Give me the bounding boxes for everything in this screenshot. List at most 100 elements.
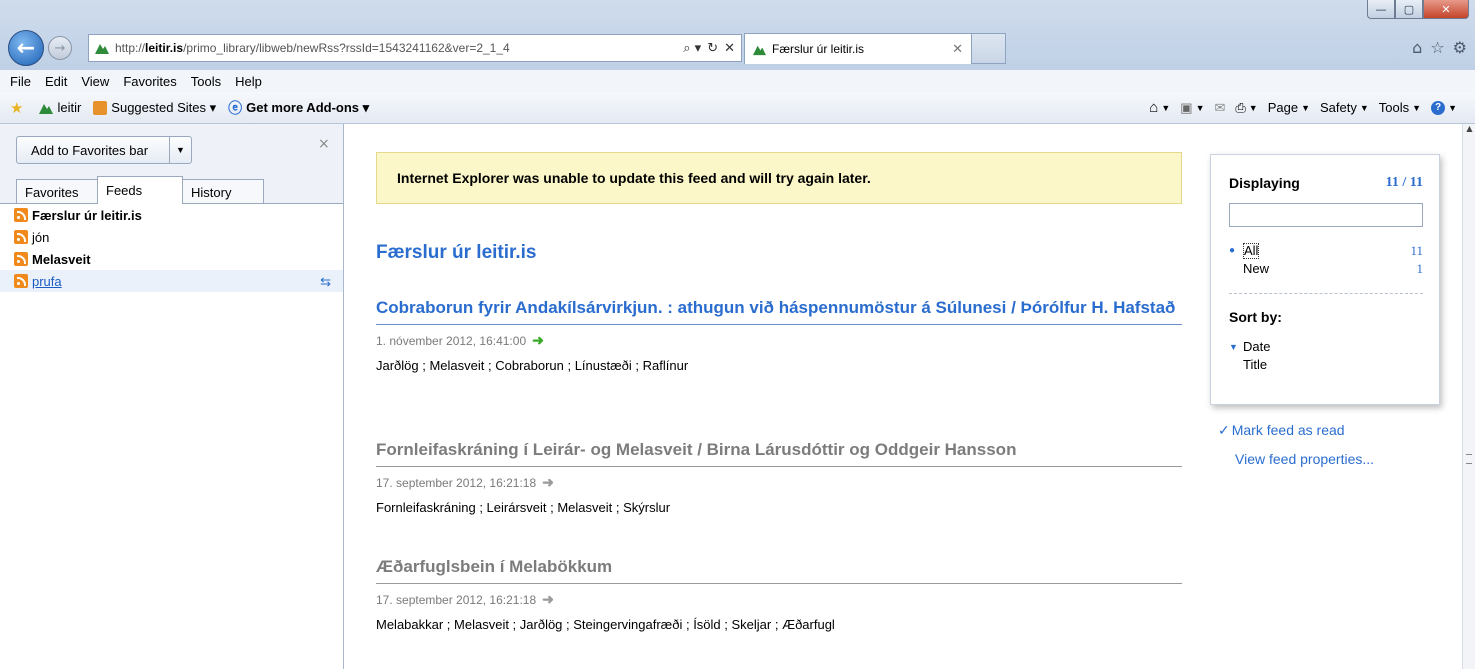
feed-update-warning: Internet Explorer was unable to update t…: [376, 152, 1182, 204]
entry-date: 1. nóvember 2012, 16:41:00 ➜: [376, 332, 1182, 349]
leitir-icon: [39, 103, 54, 114]
close-panel-icon[interactable]: ×: [318, 136, 330, 152]
fav-get-addons[interactable]: ⓔ Get more Add-ons ▾: [228, 98, 369, 118]
tab-favorites[interactable]: Favorites: [16, 179, 98, 204]
page-menu[interactable]: Page ▼: [1268, 100, 1310, 115]
rss-feed-icon: [14, 208, 28, 222]
tab-feeds[interactable]: Feeds: [97, 176, 183, 204]
new-tab-button[interactable]: [972, 33, 1006, 64]
feed-item-selected[interactable]: prufa ⇆: [0, 270, 343, 292]
entry-date-text: 17. september 2012, 16:21:18: [376, 592, 537, 607]
forward-arrow-icon: →: [54, 40, 66, 56]
minimize-button[interactable]: —: [1367, 0, 1395, 19]
add-favorite-star-icon: ★: [10, 99, 24, 117]
scroll-grip[interactable]: [1466, 454, 1472, 464]
scroll-up-icon[interactable]: ▲: [1463, 124, 1475, 138]
back-button[interactable]: ←: [8, 30, 44, 66]
tools-menu[interactable]: Tools ▼: [1379, 100, 1421, 115]
displaying-label: Displaying: [1229, 175, 1300, 191]
filter-option-new[interactable]: New 1: [1229, 261, 1423, 277]
suggested-sites-icon: [93, 100, 108, 115]
sort-option-label: Title: [1243, 357, 1268, 372]
menu-edit[interactable]: Edit: [45, 74, 67, 89]
filter-option-label: New: [1243, 261, 1270, 276]
address-url[interactable]: http://leitir.is/primo_library/libweb/ne…: [115, 41, 683, 55]
settings-gear-icon[interactable]: ⚙: [1453, 38, 1467, 57]
feed-label: Færslur úr leitir.is: [32, 207, 142, 223]
entry-categories: Jarðlög ; Melasveit ; Cobraborun ; Línus…: [376, 358, 689, 373]
forward-button[interactable]: →: [48, 36, 72, 60]
entry-title-link[interactable]: Cobraborun fyrir Andakílsárvirkjun. : at…: [376, 296, 1182, 325]
sort-option-label: Date: [1243, 339, 1271, 354]
sort-by-label: Sort by:: [1229, 309, 1282, 325]
rss-feed-icon: [14, 252, 28, 266]
maximize-button[interactable]: ▢: [1395, 0, 1423, 19]
safety-menu[interactable]: Safety ▼: [1320, 100, 1369, 115]
entry-categories: Melabakkar ; Melasveit ; Jarðlög ; Stein…: [376, 617, 835, 632]
feed-label: jón: [32, 229, 50, 245]
browser-tab[interactable]: Færslur úr leitir.is ✕: [744, 33, 972, 64]
stop-icon[interactable]: ✕: [724, 41, 735, 56]
tab-history[interactable]: History: [182, 179, 264, 204]
site-favicon-icon: [95, 44, 109, 54]
fav-leitir[interactable]: leitir: [39, 100, 81, 115]
menu-view[interactable]: View: [81, 74, 109, 89]
close-button[interactable]: ✕: [1423, 0, 1469, 19]
chevron-down-icon[interactable]: ▼: [169, 137, 191, 163]
mail-command[interactable]: ✉: [1214, 100, 1225, 116]
selected-dot-icon: ●: [1229, 245, 1236, 256]
view-feed-properties-link[interactable]: View feed properties...: [1235, 451, 1374, 467]
go-arrow-icon[interactable]: ➜: [532, 332, 544, 349]
menu-favorites[interactable]: Favorites: [123, 74, 176, 89]
filter-search-input[interactable]: [1229, 203, 1423, 227]
refresh-feed-icon[interactable]: ⇆: [320, 274, 331, 290]
menu-file[interactable]: File: [10, 74, 31, 89]
fav-suggested-sites[interactable]: Suggested Sites ▾: [93, 100, 216, 116]
fav-suggested-label: Suggested Sites ▾: [111, 99, 217, 115]
refresh-icon[interactable]: ↻: [707, 41, 718, 56]
vertical-scrollbar[interactable]: ▲: [1462, 124, 1475, 669]
tab-favicon-icon: [753, 45, 766, 55]
window-controls: — ▢ ✕: [1367, 0, 1469, 20]
mark-feed-read-link[interactable]: ✓ Mark feed as read: [1218, 422, 1345, 439]
home-icon[interactable]: ⌂: [1412, 38, 1422, 57]
entry-title-link[interactable]: Fornleifaskráning í Leirár- og Melasveit…: [376, 438, 1182, 467]
ie-addons-icon: ⓔ: [228, 99, 243, 116]
sort-option-title[interactable]: Title: [1229, 357, 1267, 372]
menu-tools[interactable]: Tools: [191, 74, 221, 89]
feed-item[interactable]: Melasveit: [14, 248, 91, 270]
go-arrow-icon[interactable]: ➜: [542, 474, 554, 491]
add-to-favorites-bar-button[interactable]: Add to Favorites bar ▼: [16, 136, 192, 164]
feed-label: Melasveit: [32, 251, 91, 267]
help-menu[interactable]: ? ▼: [1431, 100, 1457, 115]
sort-option-date[interactable]: ▼ Date: [1229, 339, 1270, 354]
help-icon: ?: [1431, 100, 1446, 115]
divider: [1229, 293, 1423, 294]
command-bar: ⌂ ▼ ▣ ▼ ✉ ⎙ ▼ Page ▼ Safety ▼ Tools ▼ ? ▼: [1149, 99, 1457, 116]
favorites-star-add[interactable]: ★: [10, 99, 27, 117]
menu-help[interactable]: Help: [235, 74, 262, 89]
entry-date: 17. september 2012, 16:21:18 ➜: [376, 591, 1182, 608]
search-dropdown-icon[interactable]: ⌕ ▾: [683, 41, 701, 56]
home-command[interactable]: ⌂ ▼: [1149, 99, 1170, 116]
tab-close-icon[interactable]: ✕: [952, 42, 963, 57]
tab-title: Færslur úr leitir.is: [772, 42, 865, 56]
filter-option-count: 11: [1410, 243, 1423, 258]
entry-date: 17. september 2012, 16:21:18 ➜: [376, 474, 1182, 491]
filter-option-count: 1: [1416, 261, 1424, 276]
print-command[interactable]: ⎙ ▼: [1235, 100, 1257, 116]
displaying-count: 11 / 11: [1385, 175, 1423, 190]
fav-addons-label: Get more Add-ons ▾: [246, 99, 370, 115]
feed-entry: Æðarfuglsbein í Melabökkum 17. september…: [376, 555, 1182, 632]
feed-item[interactable]: Færslur úr leitir.is: [14, 204, 142, 226]
entry-title-link[interactable]: Æðarfuglsbein í Melabökkum: [376, 555, 1182, 584]
sort-descending-icon: ▼: [1229, 341, 1238, 352]
filter-option-all[interactable]: ● All 11: [1229, 243, 1423, 259]
feeds-list: Færslur úr leitir.is jón Melasveit prufa…: [0, 203, 343, 669]
feed-item[interactable]: jón: [14, 226, 49, 248]
address-bar[interactable]: http://leitir.is/primo_library/libweb/ne…: [88, 34, 742, 62]
feeds-command[interactable]: ▣ ▼: [1180, 100, 1204, 116]
rss-feed-icon: [14, 230, 28, 244]
go-arrow-icon[interactable]: ➜: [542, 591, 554, 608]
favorites-star-icon[interactable]: ☆: [1430, 38, 1444, 57]
